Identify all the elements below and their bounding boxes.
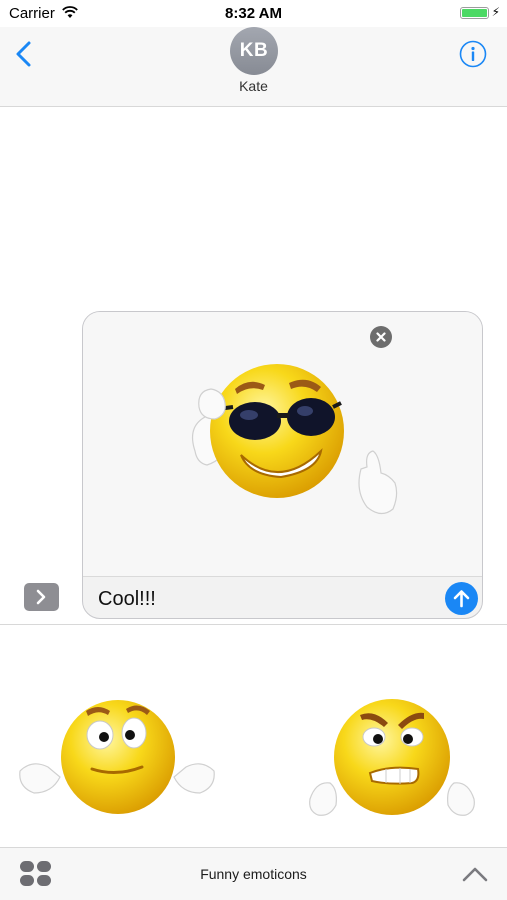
status-time: 8:32 AM: [225, 5, 282, 22]
sticker-tray: [0, 625, 507, 847]
status-bar: Carrier 8:32 AM ⚡: [0, 0, 507, 27]
close-circle-icon[interactable]: [370, 326, 392, 348]
send-button[interactable]: [445, 582, 478, 615]
contact-name[interactable]: Kate: [0, 78, 507, 94]
chevron-right-icon: [36, 589, 46, 605]
expand-apps-button[interactable]: [24, 583, 59, 611]
sticker-drawer-bar: Funny emoticons: [0, 847, 507, 900]
bolt-icon: ⚡: [491, 5, 500, 19]
conversation-header: KB Kate: [0, 27, 507, 107]
cool-emoticon-sticker: [192, 364, 398, 515]
info-circle-icon[interactable]: [459, 40, 487, 68]
battery-icon: [460, 7, 489, 19]
chevron-up-icon[interactable]: [461, 865, 489, 883]
confused-shrug-emoticon[interactable]: [12, 689, 222, 829]
arrow-up-icon: [453, 590, 470, 608]
sticker-pack-title: Funny emoticons: [200, 866, 307, 882]
battery-level: [462, 9, 487, 17]
compose-divider: [83, 576, 482, 577]
message-compose-box[interactable]: Cool!!!: [82, 311, 483, 619]
angry-grimace-emoticon[interactable]: [300, 689, 484, 829]
message-input[interactable]: Cool!!!: [98, 588, 156, 611]
avatar[interactable]: KB: [230, 27, 278, 75]
sticker-attachment: [83, 312, 482, 576]
chevron-left-icon[interactable]: [13, 40, 35, 68]
